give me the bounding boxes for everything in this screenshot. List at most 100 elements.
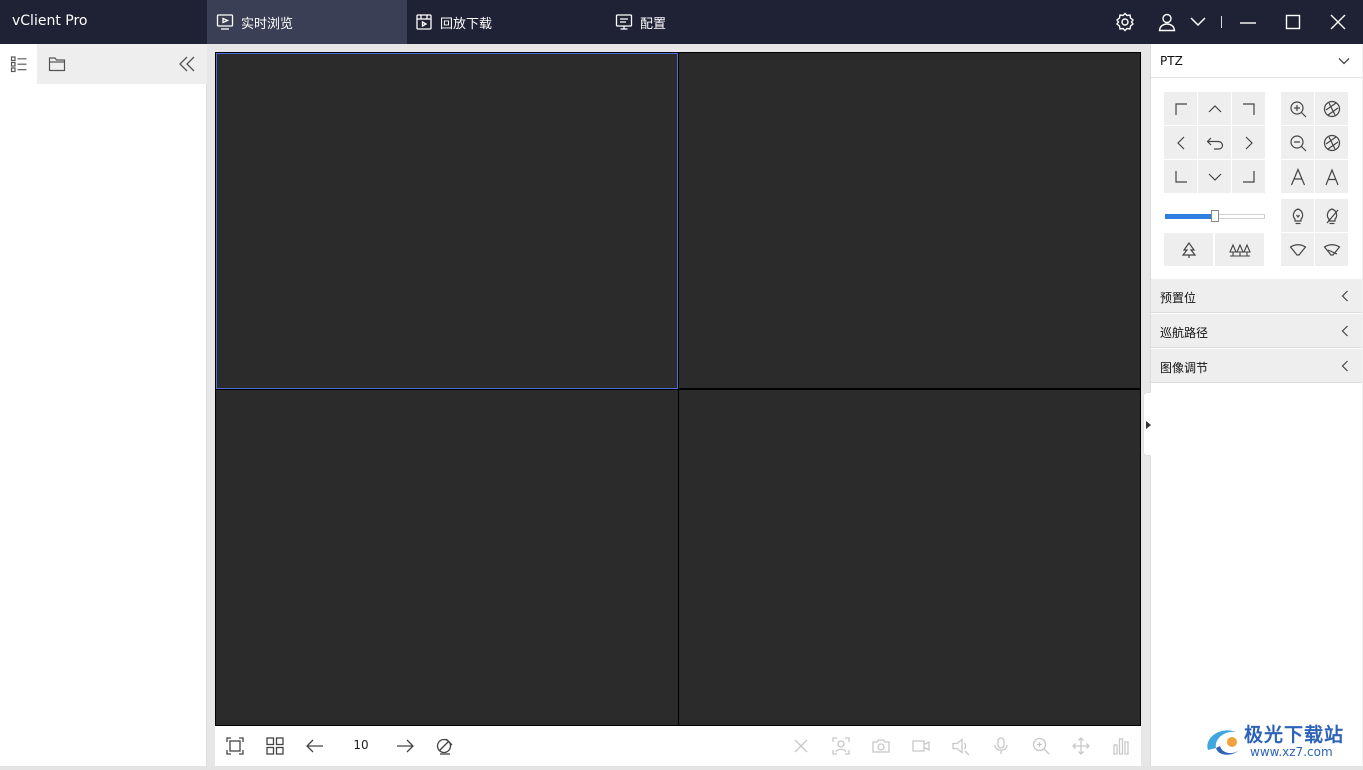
collapse-right-panel-handle[interactable] — [1143, 392, 1151, 456]
ptz-title: PTZ — [1160, 54, 1183, 68]
wiper-on-button[interactable] — [1281, 233, 1314, 266]
light-off-button[interactable] — [1315, 199, 1348, 232]
digital-zoom-icon[interactable] — [1031, 736, 1051, 756]
collapse-left-panel-button[interactable] — [176, 54, 198, 74]
chevron-down-icon[interactable] — [1188, 12, 1208, 32]
arrow-up-right-icon — [1242, 102, 1255, 115]
close-all-icon[interactable] — [791, 736, 811, 756]
arrow-left-icon — [1176, 136, 1184, 149]
site-watermark: 极光下载站 www.xz7.com — [1198, 716, 1358, 766]
tab-config-label: 配置 — [640, 16, 667, 32]
bottom-edge — [0, 766, 1363, 770]
watermark-text: 极光下载站 — [1244, 724, 1345, 746]
stats-icon[interactable] — [1111, 736, 1131, 756]
arrow-up-left-icon — [1174, 102, 1187, 115]
left-tab-bar — [0, 44, 207, 84]
talk-icon[interactable] — [991, 736, 1011, 756]
config-icon — [615, 14, 633, 30]
return-icon — [1206, 137, 1223, 150]
left-panel — [0, 44, 207, 770]
tab-config[interactable]: 配置 — [605, 0, 805, 44]
tab-playback[interactable]: 回放下载 — [407, 0, 605, 44]
page-number: 10 — [353, 738, 369, 752]
tab-playback-label: 回放下载 — [440, 16, 493, 32]
section-presets[interactable]: 预置位 — [1151, 279, 1362, 313]
slider-thumb[interactable] — [1211, 210, 1219, 222]
chevron-left-icon — [1341, 360, 1348, 372]
prev-page-icon[interactable] — [305, 736, 325, 756]
live-view-area: 10 — [207, 44, 1150, 770]
focus-far-button[interactable] — [1315, 126, 1348, 159]
light-on-icon — [1292, 207, 1303, 224]
title-bar: vClient Pro 实时浏览 回放下载 配置 — [0, 0, 1363, 44]
triangle-right-icon — [1146, 421, 1151, 429]
light-on-button[interactable] — [1281, 199, 1314, 232]
video-window-4[interactable] — [679, 390, 1140, 725]
record-icon[interactable] — [911, 736, 931, 756]
ptz-right-button[interactable] — [1232, 126, 1265, 159]
ptz-speed-slider[interactable] — [1165, 210, 1265, 222]
app-window: vClient Pro 实时浏览 回放下载 配置 10 PTZ 预置位 巡航路径… — [0, 0, 1363, 770]
section-patrol-route[interactable]: 巡航路径 — [1151, 314, 1362, 348]
preset-tree-button[interactable] — [1164, 233, 1213, 266]
aperture-icon — [1323, 134, 1340, 151]
ptz-down-right-button[interactable] — [1232, 160, 1265, 193]
ptz-header[interactable]: PTZ — [1151, 44, 1362, 78]
patrol-icon[interactable] — [435, 736, 455, 756]
tab-folder[interactable] — [37, 44, 77, 84]
chevron-down-icon — [1338, 58, 1350, 65]
video-window-1[interactable] — [216, 53, 678, 389]
ptz-up-left-button[interactable] — [1164, 92, 1197, 125]
iris-open-button[interactable] — [1281, 160, 1314, 193]
ptz-down-button[interactable] — [1198, 160, 1231, 193]
tab-device-list[interactable] — [0, 44, 37, 84]
double-chevron-left-icon — [179, 56, 195, 72]
video-window-3[interactable] — [216, 390, 678, 725]
arrow-down-icon — [1208, 173, 1221, 181]
zoom-in-button[interactable] — [1281, 92, 1314, 125]
ptz-down-left-button[interactable] — [1164, 160, 1197, 193]
titlebar-divider — [1221, 16, 1222, 28]
user-icon[interactable] — [1157, 12, 1177, 32]
iris-close-icon — [1324, 167, 1339, 185]
ptz-return-button[interactable] — [1198, 126, 1231, 159]
iris-open-icon — [1290, 167, 1305, 185]
arrow-down-left-icon — [1174, 170, 1187, 183]
maximize-icon[interactable] — [1283, 12, 1303, 32]
arrow-down-right-icon — [1242, 170, 1255, 183]
zoom-out-button[interactable] — [1281, 126, 1314, 159]
preset-forest-button[interactable] — [1215, 233, 1264, 266]
settings-icon[interactable] — [1115, 12, 1135, 32]
live-view-icon — [216, 14, 234, 30]
tab-live-view-label: 实时浏览 — [241, 16, 294, 32]
focus-near-button[interactable] — [1315, 92, 1348, 125]
next-page-icon[interactable] — [395, 736, 415, 756]
right-panel: PTZ 预置位 巡航路径 图像调节 — [1143, 44, 1363, 770]
ptz-move-icon[interactable] — [1071, 736, 1091, 756]
close-icon[interactable] — [1328, 12, 1348, 32]
tab-live-view[interactable]: 实时浏览 — [207, 0, 407, 44]
zoom-out-icon — [1289, 134, 1306, 151]
face-capture-icon[interactable] — [831, 736, 851, 756]
slider-fill — [1165, 214, 1215, 219]
ptz-up-right-button[interactable] — [1232, 92, 1265, 125]
minimize-icon[interactable] — [1238, 12, 1258, 32]
ptz-up-button[interactable] — [1198, 92, 1231, 125]
folder-icon — [48, 57, 66, 72]
snapshot-icon[interactable] — [871, 736, 891, 756]
device-list-icon — [10, 56, 26, 73]
section-presets-label: 预置位 — [1160, 291, 1197, 305]
wiper-on-icon — [1289, 243, 1306, 256]
section-image-adjust[interactable]: 图像调节 — [1151, 349, 1362, 383]
ptz-left-button[interactable] — [1164, 126, 1197, 159]
video-grid — [215, 52, 1141, 726]
playback-icon — [416, 14, 432, 30]
fullscreen-icon[interactable] — [225, 736, 245, 756]
grid-layout-icon[interactable] — [265, 736, 285, 756]
audio-icon[interactable] — [951, 736, 971, 756]
wiper-off-button[interactable] — [1315, 233, 1348, 266]
iris-close-button[interactable] — [1315, 160, 1348, 193]
section-patrol-route-label: 巡航路径 — [1160, 326, 1209, 340]
video-window-2[interactable] — [679, 53, 1140, 388]
chevron-left-icon — [1341, 325, 1348, 337]
